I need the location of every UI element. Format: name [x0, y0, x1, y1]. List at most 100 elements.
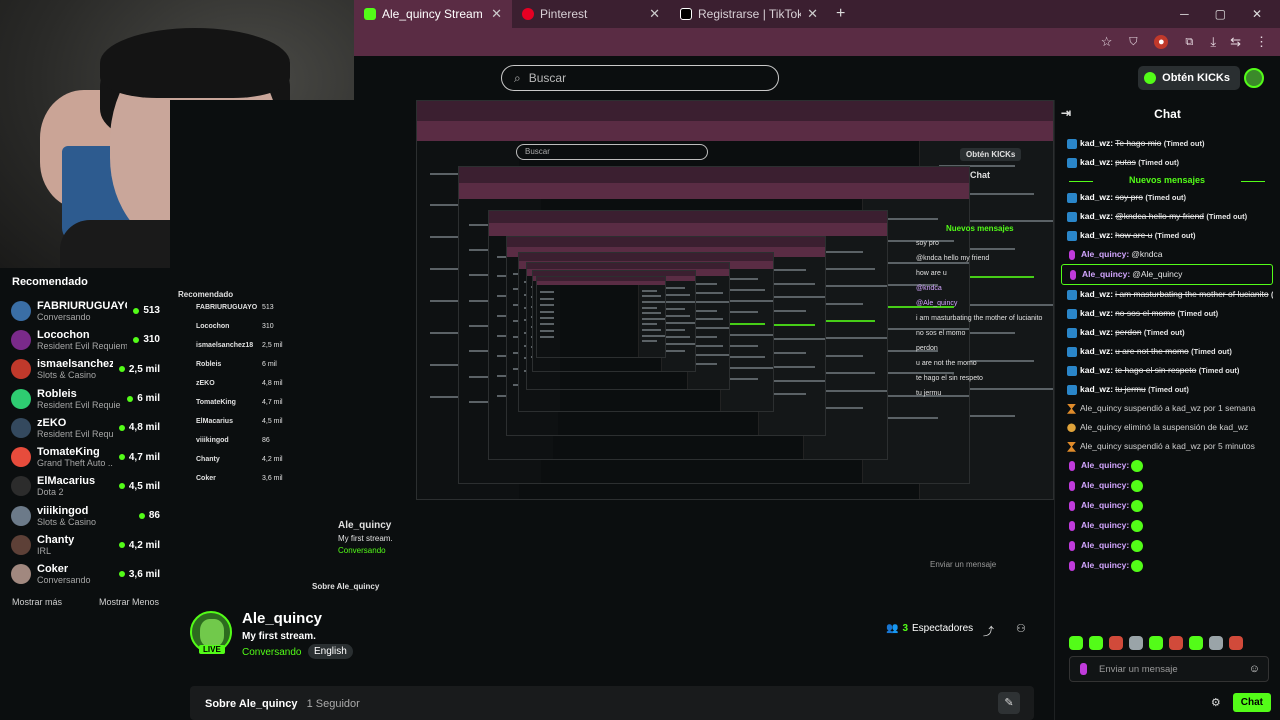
sidebar-item-viiikingod[interactable]: viiikingod Slots & Casino 86 [0, 501, 170, 530]
close-window-button[interactable]: ✕ [1252, 7, 1262, 21]
sidebar-item-coker[interactable]: Coker Conversando 3,6 mil [0, 560, 170, 589]
chat-username[interactable]: kad_wz: [1080, 230, 1113, 240]
sidebar-item-ismaelsanchez18[interactable]: ismaelsanchez18Slots & Casino 2,5 mil [0, 355, 170, 384]
browser-tab-pinterest[interactable]: Pinterest ✕ [512, 0, 670, 28]
tab-close-icon[interactable]: ✕ [491, 6, 502, 22]
chat-username[interactable]: Ale_quincy: [1081, 560, 1129, 570]
chat-username[interactable]: kad_wz: [1080, 138, 1113, 148]
show-more-link[interactable]: Mostrar más [12, 597, 62, 607]
chat-username[interactable]: kad_wz: [1080, 308, 1113, 318]
sidebar-item-locochon[interactable]: Locochon Resident Evil Requiem 310 [0, 325, 170, 354]
translate-icon[interactable]: ⇆ [1230, 34, 1241, 50]
emote-icon[interactable] [1229, 636, 1243, 650]
tab-close-icon[interactable]: ✕ [807, 6, 818, 22]
tab-close-icon[interactable]: ✕ [649, 6, 660, 22]
bookmark-star-icon[interactable]: ☆ [1101, 34, 1113, 50]
sidebar-item-zeko[interactable]: zEKO Resident Evil Requ... 4,8 mil [0, 413, 170, 442]
browser-menu-icon[interactable]: ⋮ [1255, 34, 1268, 50]
chat-message[interactable]: Ale_quincy: @Ale_quincy [1061, 264, 1273, 285]
collapse-chat-icon[interactable]: ⇥ [1061, 106, 1071, 120]
browser-tab-kick[interactable]: Ale_quincy Stream - Watch Live ✕ [354, 0, 512, 28]
emote-icon[interactable] [1189, 636, 1203, 650]
chat-message[interactable]: Ale_quincy: [1061, 496, 1273, 516]
chat-message[interactable]: kad_wz: tu jermu (Timed out) [1061, 380, 1273, 399]
chat-system-message: Ale_quincy eliminó la suspensión de kad_… [1061, 418, 1273, 437]
chat-username[interactable]: Ale_quincy: [1081, 480, 1129, 490]
mic-badge-icon [1080, 663, 1087, 675]
chat-message[interactable]: kad_wz: soy pro (Timed out) [1061, 188, 1273, 207]
chat-message[interactable]: kad_wz: @kndca hello my friend (Timed out… [1061, 207, 1273, 226]
chat-username[interactable]: kad_wz: [1080, 327, 1113, 337]
emote-icon[interactable] [1069, 636, 1083, 650]
chat-username[interactable]: kad_wz: [1080, 192, 1113, 202]
chat-message[interactable]: Ale_quincy: [1061, 536, 1273, 556]
chat-message[interactable]: Ale_quincy: [1061, 456, 1273, 476]
chat-message[interactable]: kad_wz: perdon (Timed out) [1061, 323, 1273, 342]
channel-avatar [11, 388, 31, 409]
chat-username[interactable]: Ale_quincy: [1081, 520, 1129, 530]
add-user-icon[interactable]: ⚇ [1016, 622, 1026, 635]
chat-message[interactable]: Ale_quincy: [1061, 476, 1273, 496]
new-messages-separator: Nuevos mensajes [1061, 172, 1273, 188]
sidebar-item-fabriuruguayo[interactable]: FABRIURUGUAYO Conversando 513 [0, 296, 170, 325]
chat-message[interactable]: kad_wz: Te hago mio (Timed out) [1061, 134, 1273, 153]
record-extension-icon[interactable]: ● [1154, 35, 1169, 49]
chat-message[interactable]: kad_wz: putas (Timed out) [1061, 153, 1273, 172]
chat-message[interactable]: kad_wz: how are u (Timed out) [1061, 226, 1273, 245]
puzzle-extensions-icon[interactable]: ⧉ [1182, 35, 1196, 49]
user-badge-icon [1067, 230, 1077, 241]
emoji-picker-icon[interactable]: ☺ [1249, 663, 1260, 675]
chat-username[interactable]: Ale_quincy: [1081, 249, 1129, 259]
chat-username[interactable]: Ale_quincy: [1082, 269, 1130, 279]
chat-username[interactable]: kad_wz: [1080, 365, 1113, 375]
chat-username[interactable]: kad_wz: [1080, 384, 1113, 394]
browser-tab-tiktok[interactable]: Registrarse | TikTok ✕ [670, 0, 828, 28]
chat-settings-gear-icon[interactable]: ⚙ [1211, 696, 1221, 709]
chat-message[interactable]: Ale_quincy: [1061, 556, 1273, 576]
chat-send-button[interactable]: Chat [1232, 692, 1271, 712]
emote-icon[interactable] [1209, 636, 1223, 650]
chat-username[interactable]: kad_wz: [1080, 289, 1113, 299]
share-icon[interactable]: ⤴ [983, 623, 994, 639]
maximize-button[interactable]: ▢ [1215, 7, 1226, 21]
sidebar-item-chanty[interactable]: Chanty IRL 4,2 mil [0, 530, 170, 559]
chat-username[interactable]: kad_wz: [1080, 211, 1113, 221]
minimize-button[interactable]: ─ [1180, 7, 1189, 21]
chat-message[interactable]: Ale_quincy: @kndca [1061, 245, 1273, 264]
download-icon[interactable]: ⤓ [1210, 34, 1216, 50]
search-input[interactable]: ⌕ Buscar [501, 65, 779, 91]
emote-icon[interactable] [1149, 636, 1163, 650]
edit-pencil-icon[interactable]: ✎ [998, 692, 1020, 714]
chat-username[interactable]: Ale_quincy: [1081, 460, 1129, 470]
emote-icon[interactable] [1089, 636, 1103, 650]
show-less-link[interactable]: Mostrar Menos [99, 597, 159, 607]
chat-message[interactable]: Ale_quincy: [1061, 516, 1273, 536]
chat-username[interactable]: kad_wz: [1080, 346, 1113, 356]
shield-extension-icon[interactable]: ⛉ [1126, 35, 1140, 49]
chat-username[interactable]: Ale_quincy: [1081, 500, 1129, 510]
new-tab-button[interactable]: + [828, 5, 853, 23]
nested-stream-frame [536, 276, 666, 358]
sidebar-item-tomateking[interactable]: TomateKing Grand Theft Auto ... 4,7 mil [0, 442, 170, 471]
chat-message[interactable]: kad_wz: u are not the momo (Timed out) [1061, 342, 1273, 361]
chat-message[interactable]: kad_wz: i am masturbating the mother of l… [1061, 285, 1273, 304]
streamer-name[interactable]: Ale_quincy [242, 610, 322, 627]
stream-video-player[interactable]: Ale_quincy Stream - Watch Live Pinterest… [170, 100, 1054, 595]
chat-message[interactable]: kad_wz: no sos el momo (Timed out) [1061, 304, 1273, 323]
language-tag[interactable]: English [308, 644, 353, 659]
timed-out-label: (Timed out) [1163, 139, 1205, 148]
emote-icon[interactable] [1109, 636, 1123, 650]
sidebar-title: Recomendado [12, 276, 88, 288]
get-kicks-button[interactable]: Obtén KICKs [1138, 66, 1240, 90]
chat-input[interactable]: Enviar un mensaje ☺ [1069, 656, 1269, 682]
emote-icon[interactable] [1129, 636, 1143, 650]
chat-username[interactable]: Ale_quincy: [1081, 540, 1129, 550]
chat-message[interactable]: kad_wz: te hago el sin respeto (Timed out… [1061, 361, 1273, 380]
chat-username[interactable]: kad_wz: [1080, 157, 1113, 167]
emote-icon[interactable] [1169, 636, 1183, 650]
sidebar-item-elmacarius[interactable]: ElMacarius Dota 2 4,5 mil [0, 472, 170, 501]
sidebar-item-robleis[interactable]: Robleis Resident Evil Requiem 6 mil [0, 384, 170, 413]
user-avatar[interactable] [1244, 68, 1264, 88]
stream-category[interactable]: Conversando [242, 647, 301, 658]
nested-sidebar-title: Recomendado [178, 290, 234, 299]
